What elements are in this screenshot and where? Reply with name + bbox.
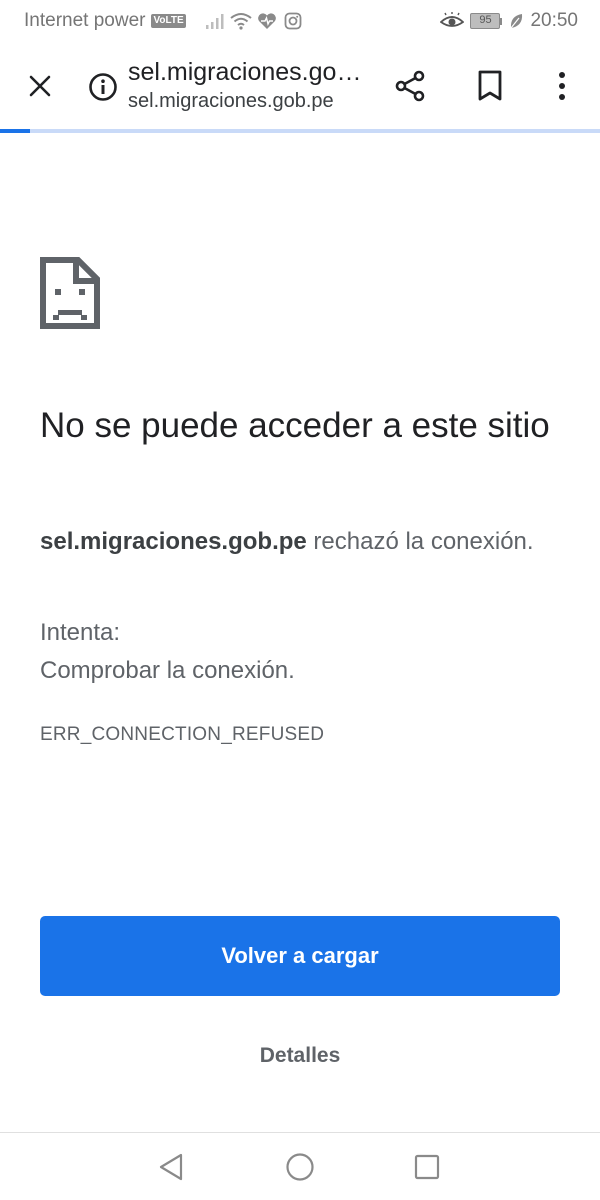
error-description: sel.migraciones.gob.pe rechazó la conexi… xyxy=(40,522,560,561)
wifi-icon xyxy=(230,10,252,32)
close-icon xyxy=(29,75,51,97)
error-code: ERR_CONNECTION_REFUSED xyxy=(40,724,325,745)
sad-document-icon xyxy=(40,257,100,329)
suggestion-item: Comprobar la conexión. xyxy=(40,657,295,684)
bookmark-icon xyxy=(478,70,502,101)
signal-icon xyxy=(204,10,226,32)
info-icon xyxy=(89,73,117,101)
page-info-button[interactable] xyxy=(80,64,126,110)
error-host: sel.migraciones.gob.pe xyxy=(40,528,307,555)
page-title: sel.migraciones.gob.pe xyxy=(128,58,368,86)
close-button[interactable] xyxy=(16,62,64,110)
bookmark-button[interactable] xyxy=(466,62,514,110)
custom-tab-toolbar: sel.migraciones.gob.pe sel.migraciones.g… xyxy=(0,42,600,130)
recents-button[interactable] xyxy=(411,1151,443,1183)
clock: 20:50 xyxy=(530,10,578,31)
reload-button[interactable]: Volver a cargar xyxy=(40,916,560,996)
home-icon xyxy=(286,1153,314,1181)
eye-comfort-icon xyxy=(440,10,465,32)
status-bar: Internet power VoLTE 95 20:50 xyxy=(0,0,600,42)
try-label: Intenta: xyxy=(40,619,121,646)
load-progress-bar xyxy=(0,129,600,133)
instagram-icon xyxy=(282,10,304,32)
page-url: sel.migraciones.gob.pe xyxy=(128,90,334,112)
battery-icon: 95 xyxy=(470,13,503,29)
recents-icon xyxy=(414,1154,440,1180)
suggestions: Intenta: Comprobar la conexión. xyxy=(40,614,560,690)
carrier-name: Internet power xyxy=(24,10,146,31)
url-block[interactable]: sel.migraciones.gob.pe sel.migraciones.g… xyxy=(128,56,368,114)
more-vert-icon xyxy=(559,72,565,100)
more-options-button[interactable] xyxy=(538,62,586,110)
share-button[interactable] xyxy=(386,62,434,110)
error-message: rechazó la conexión. xyxy=(306,528,534,555)
share-icon xyxy=(395,70,425,102)
health-icon xyxy=(256,10,278,32)
status-left: Internet power VoLTE xyxy=(24,10,304,32)
load-progress-fill xyxy=(0,129,30,133)
home-button[interactable] xyxy=(284,1151,316,1183)
battery-tip xyxy=(500,17,503,25)
details-button[interactable]: Detalles xyxy=(200,1030,400,1082)
navigation-bar xyxy=(0,1132,600,1200)
leaf-icon xyxy=(508,10,524,32)
volte-badge: VoLTE xyxy=(151,14,186,28)
error-title: No se puede acceder a este sitio xyxy=(40,406,550,445)
back-icon xyxy=(159,1153,183,1181)
battery-level: 95 xyxy=(470,13,501,29)
status-right: 95 20:50 xyxy=(440,10,578,32)
back-button[interactable] xyxy=(155,1151,187,1183)
